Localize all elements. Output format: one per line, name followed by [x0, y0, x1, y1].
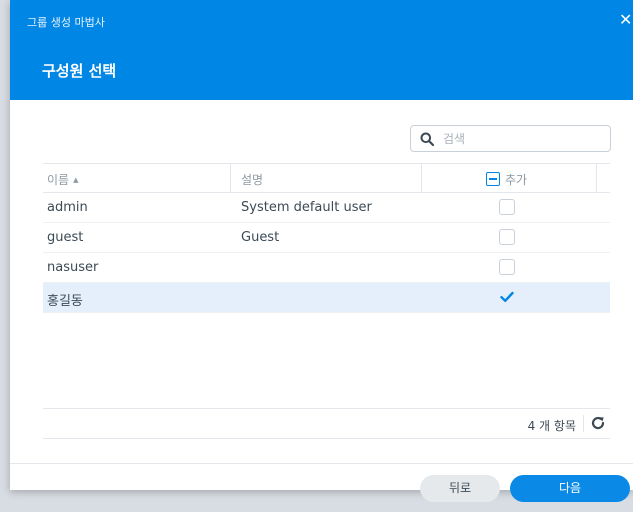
column-divider — [596, 164, 597, 192]
column-divider — [230, 164, 231, 192]
column-name-label: 이름 — [47, 173, 70, 187]
footer-divider-line — [10, 463, 633, 464]
column-divider — [421, 164, 422, 192]
step-title: 구성원 선택 — [42, 62, 117, 80]
table-footer: 4 개 항목 — [43, 408, 610, 439]
search-input[interactable] — [443, 129, 603, 148]
add-member-checkbox[interactable] — [499, 289, 515, 305]
select-all-checkbox[interactable] — [486, 172, 500, 186]
column-add-label: 추가 — [505, 173, 528, 187]
add-member-checkbox[interactable] — [499, 229, 515, 245]
user-name: 홍길동 — [47, 294, 83, 309]
sort-asc-icon: ▲ — [73, 176, 79, 184]
back-button[interactable]: 뒤로 — [420, 475, 500, 502]
refresh-icon[interactable] — [590, 415, 606, 431]
dialog-header: 그룹 생성 마법사 ✕ 구성원 선택 — [10, 0, 633, 100]
user-name: nasuser — [47, 260, 99, 275]
table-row[interactable]: admin System default user — [43, 193, 610, 223]
user-name: admin — [47, 200, 88, 215]
user-name: guest — [47, 230, 84, 245]
next-button[interactable]: 다음 — [510, 475, 630, 502]
wizard-dialog: 그룹 생성 마법사 ✕ 구성원 선택 이름▲ 설명 추가 admin Syste… — [10, 0, 633, 490]
wizard-title: 그룹 생성 마법사 — [27, 16, 105, 29]
item-count: 4 개 항목 — [527, 419, 576, 433]
footer-divider — [583, 415, 584, 432]
add-member-checkbox[interactable] — [499, 259, 515, 275]
column-add-header[interactable]: 추가 — [486, 171, 527, 188]
add-member-checkbox[interactable] — [499, 199, 515, 215]
table-row[interactable]: guest Guest — [43, 223, 610, 253]
search-box[interactable] — [410, 125, 611, 152]
checkmark-icon — [500, 291, 514, 302]
table-row[interactable]: 홍길동 — [43, 283, 610, 313]
user-description: System default user — [241, 200, 372, 215]
close-icon[interactable]: ✕ — [619, 12, 633, 28]
user-description: Guest — [241, 230, 280, 245]
search-icon — [420, 132, 434, 146]
table-header: 이름 ▲ 설명 추가 — [43, 163, 610, 193]
column-name-header[interactable]: 이름 ▲ — [47, 171, 78, 188]
table-row[interactable]: nasuser — [43, 253, 610, 283]
column-description-header[interactable]: 설명 — [241, 171, 263, 188]
members-table: 이름 ▲ 설명 추가 admin System default user gues… — [43, 163, 610, 313]
